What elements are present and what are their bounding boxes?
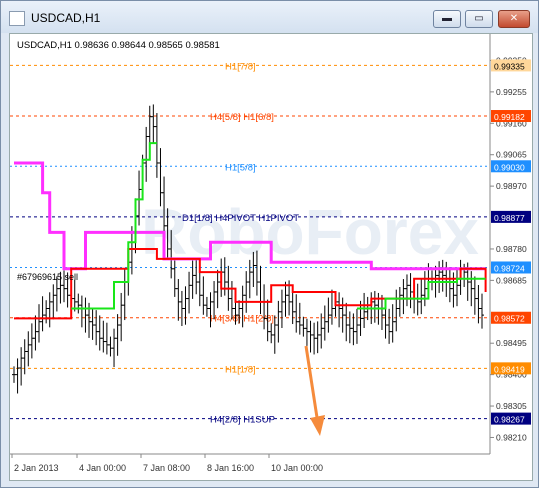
level-label: H4[2/8] H1SUP bbox=[210, 415, 275, 426]
price-tag: 0.99182 bbox=[494, 112, 525, 122]
price-tick-label: 0.99065 bbox=[496, 150, 527, 160]
price-tag: 0.98419 bbox=[494, 364, 525, 374]
price-tick-label: 0.98685 bbox=[496, 275, 527, 285]
price-tag: 0.98572 bbox=[494, 314, 525, 324]
price-tick-label: 0.98210 bbox=[496, 432, 527, 442]
price-tag: 0.98724 bbox=[494, 263, 525, 273]
price-chart[interactable]: RoboForex H1[7/8] H4[5/8] H1[6/8] H1[5/8] D… bbox=[10, 34, 532, 480]
chart-window: USDCAD,H1 ▬ ▭ ✕ RoboForex H1[7/8] H4[5/8]… bbox=[0, 0, 539, 488]
time-tick-label: 10 Jan 00:00 bbox=[271, 463, 323, 473]
price-tick-label: 0.98970 bbox=[496, 181, 527, 191]
price-tick-label: 0.98305 bbox=[496, 401, 527, 411]
time-tick-label: 2 Jan 2013 bbox=[14, 463, 59, 473]
chart-area[interactable]: RoboForex H1[7/8] H4[5/8] H1[6/8] H1[5/8] D… bbox=[9, 33, 533, 481]
time-tick-label: 7 Jan 08:00 bbox=[143, 463, 190, 473]
forecast-arrow-head bbox=[310, 415, 325, 436]
level-label: H4[5/8] H1[6/8] bbox=[210, 112, 274, 123]
price-tick-label: 0.99255 bbox=[496, 87, 527, 97]
level-label: D1[1/8] H4PIVOT H1PIVOT bbox=[182, 213, 299, 224]
forecast-arrow bbox=[304, 345, 320, 425]
order-label: #67969615 sell bbox=[17, 272, 78, 282]
price-tag: 0.99030 bbox=[494, 162, 525, 172]
title-bar[interactable]: USDCAD,H1 ▬ ▭ ✕ bbox=[1, 1, 538, 33]
price-tick-label: 0.98780 bbox=[496, 244, 527, 254]
chart-window-icon bbox=[9, 11, 25, 26]
time-tick-label: 8 Jan 16:00 bbox=[207, 463, 254, 473]
window-title: USDCAD,H1 bbox=[31, 11, 101, 25]
price-tag: 0.98267 bbox=[494, 415, 525, 425]
level-label: H1[1/8] bbox=[225, 364, 256, 375]
chart-info: USDCAD,H1 0.98636 0.98644 0.98565 0.9858… bbox=[17, 40, 220, 51]
minimize-button[interactable]: ▬ bbox=[433, 10, 461, 28]
price-tag: 0.98877 bbox=[494, 213, 525, 223]
level-label: H1[7/8] bbox=[225, 61, 256, 72]
level-label: H1[5/8] bbox=[225, 162, 256, 173]
price-tick-label: 0.98495 bbox=[496, 338, 527, 348]
maximize-button[interactable]: ▭ bbox=[465, 10, 493, 28]
watermark: RoboForex bbox=[141, 196, 479, 268]
close-button[interactable]: ✕ bbox=[498, 10, 530, 28]
time-tick-label: 4 Jan 00:00 bbox=[79, 463, 126, 473]
price-tag: 0.99335 bbox=[494, 61, 525, 71]
